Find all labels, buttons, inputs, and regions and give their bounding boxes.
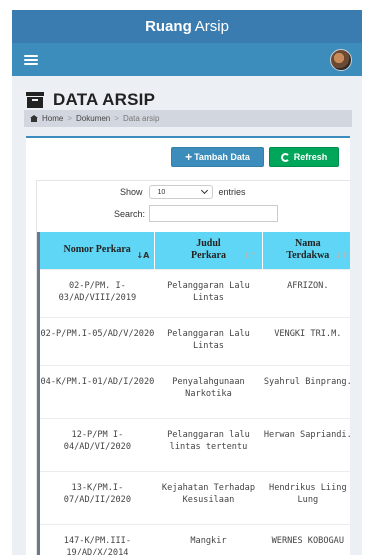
cell-nama-terdakwa: Syahrul Binprang. bbox=[262, 364, 350, 418]
refresh-label: Refresh bbox=[293, 152, 328, 162]
cell-nomor-perkara: 12-P/PM I-04/AD/VI/2020 bbox=[37, 417, 155, 471]
cell-nomor-perkara: 02-P/PM. I-03/AD/VIII/2019 bbox=[37, 268, 155, 317]
cell-nomor-perkara: 13-K/PM.I-07/AD/II/2020 bbox=[37, 470, 155, 524]
cell-judul-perkara: Penyalahgunaan Narkotika bbox=[154, 364, 263, 418]
page-header: DATA ARSIP bbox=[26, 90, 155, 110]
brand-name-bold: Ruang bbox=[145, 18, 192, 35]
datatable-wrapper: Show 10 entries Search: Nomor Perkara ↓A… bbox=[36, 180, 350, 555]
cell-nama-terdakwa: WERNES KOBOGAU bbox=[262, 523, 350, 555]
breadcrumb-current: Data arsip bbox=[122, 114, 160, 123]
page-title: DATA ARSIP bbox=[53, 90, 156, 109]
content-area: DATA ARSIP Home > Dokumen > Data arsip +… bbox=[12, 76, 362, 555]
column-header-judul-perkara[interactable]: Judul Perkara ↓↑ bbox=[154, 232, 263, 269]
cell-judul-perkara: Pelanggaran lalu lintas tertentu bbox=[154, 417, 263, 471]
cell-judul-perkara: Pelanggaran Lalu Lintas bbox=[154, 268, 263, 317]
cell-nomor-perkara: 147-K/PM.III-19/AD/X/2014 bbox=[37, 523, 155, 555]
column-header-nama-terdakwa[interactable]: Nama Terdakwa ↓↑ bbox=[262, 232, 350, 269]
search-label: Search: bbox=[114, 208, 146, 219]
breadcrumb-separator: > bbox=[114, 114, 119, 123]
entries-select-value: 10 bbox=[157, 188, 166, 196]
breadcrumb-home[interactable]: Home bbox=[42, 114, 63, 123]
table-container: Nomor Perkara ↓A Judul Perkara ↓↑ Nama T… bbox=[37, 232, 350, 555]
entries-label: entries bbox=[218, 187, 246, 197]
show-label: Show bbox=[120, 187, 143, 197]
add-data-button[interactable]: + Tambah Data bbox=[171, 147, 264, 167]
cell-nama-terdakwa: VENGKI TRI.M. bbox=[262, 316, 350, 365]
search-input[interactable] bbox=[149, 205, 279, 222]
column-header-nomor-perkara[interactable]: Nomor Perkara ↓A bbox=[37, 232, 156, 269]
chevron-down-icon bbox=[200, 186, 208, 195]
cell-nomor-perkara: 02-P/PM.I-05/AD/V/2020 bbox=[37, 316, 155, 365]
refresh-button[interactable]: Refresh bbox=[269, 147, 339, 167]
table-row[interactable]: 147-K/PM.III-19/AD/X/2014 Mangkir WERNES… bbox=[37, 523, 350, 555]
column-header-label: Nomor Perkara bbox=[63, 244, 131, 256]
cell-judul-perkara: Mangkir bbox=[154, 523, 263, 555]
brand-name: Arsip bbox=[194, 18, 229, 35]
add-data-label: Tambah Data bbox=[194, 152, 250, 162]
cell-nama-terdakwa: Herwan Sapriandi. bbox=[262, 417, 350, 471]
breadcrumb-separator: > bbox=[67, 114, 73, 123]
sort-asc-icon: ↓A bbox=[136, 250, 150, 260]
table-row[interactable]: 04-K/PM.I-01/AD/I/2020 Penyalahgunaan Na… bbox=[37, 364, 350, 418]
user-avatar[interactable] bbox=[330, 48, 352, 71]
sort-icon: ↓↑ bbox=[243, 250, 257, 260]
column-header-label: Judul Perkara bbox=[190, 238, 226, 262]
refresh-icon bbox=[280, 152, 290, 162]
plus-icon: + bbox=[185, 149, 193, 164]
cell-nama-terdakwa: Hendrikus Liing Lung bbox=[262, 470, 350, 524]
navbar bbox=[12, 43, 362, 76]
breadcrumb: Home > Dokumen > Data arsip bbox=[24, 110, 352, 127]
data-panel: + Tambah Data Refresh Show 10 entries Se… bbox=[26, 136, 350, 555]
cell-nama-terdakwa: AFRIZON. bbox=[262, 268, 350, 317]
archive-table: Nomor Perkara ↓A Judul Perkara ↓↑ Nama T… bbox=[37, 232, 350, 555]
table-row[interactable]: 02-P/PM.I-05/AD/V/2020 Pelanggaran Lalu … bbox=[37, 316, 350, 365]
entries-select[interactable]: 10 bbox=[148, 185, 213, 199]
archive-icon bbox=[26, 92, 44, 108]
sort-icon: ↓↑ bbox=[334, 250, 348, 260]
cell-nomor-perkara: 04-K/PM.I-01/AD/I/2020 bbox=[37, 364, 155, 418]
home-icon bbox=[30, 115, 38, 122]
table-row[interactable]: 02-P/PM. I-03/AD/VIII/2019 Pelanggaran L… bbox=[37, 268, 350, 317]
column-header-label: Nama Terdakwa bbox=[286, 238, 330, 262]
entries-length-control: Show 10 entries bbox=[120, 185, 246, 199]
table-row[interactable]: 12-P/PM I-04/AD/VI/2020 Pelanggaran lalu… bbox=[37, 417, 350, 471]
breadcrumb-dokumen[interactable]: Dokumen bbox=[76, 114, 110, 123]
cell-judul-perkara: Pelanggaran Lalu Lintas bbox=[154, 316, 263, 365]
search-control: Search: bbox=[114, 205, 279, 222]
cell-judul-perkara: Kejahatan Terhadap Kesusilaan bbox=[154, 470, 263, 524]
table-header-row: Nomor Perkara ↓A Judul Perkara ↓↑ Nama T… bbox=[37, 232, 350, 269]
menu-toggle-icon[interactable] bbox=[24, 54, 38, 65]
table-row[interactable]: 13-K/PM.I-07/AD/II/2020 Kejahatan Terhad… bbox=[37, 470, 350, 524]
app-header: Ruang Arsip bbox=[12, 10, 362, 43]
